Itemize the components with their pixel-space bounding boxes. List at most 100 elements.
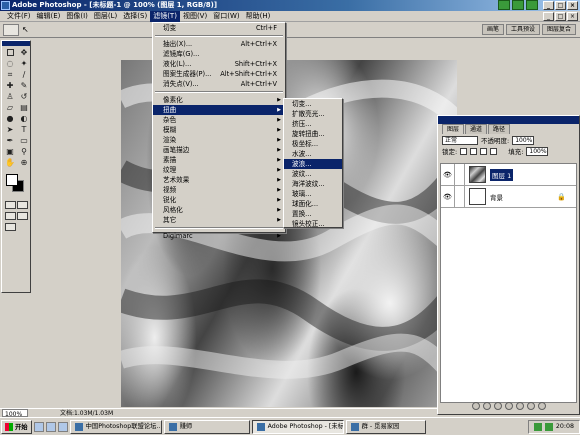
menu-window[interactable]: 窗口(W): [210, 11, 242, 22]
filter-menu-item[interactable]: 其它 ▶: [153, 215, 285, 225]
layers-panel-titlebar[interactable]: [438, 116, 579, 124]
layer-row[interactable]: 👁 图层 1: [441, 163, 576, 186]
distort-menu-item[interactable]: 镜头校正...: [284, 219, 342, 229]
menu-help[interactable]: 帮助(H): [243, 11, 274, 22]
distort-menu-item[interactable]: 旋转扭曲...: [284, 129, 342, 139]
link-layers-icon[interactable]: [471, 402, 480, 410]
move-tool-icon[interactable]: ✥: [17, 47, 31, 58]
taskbar-item[interactable]: 群 - 觅易家园: [345, 419, 426, 434]
app-icon[interactable]: [498, 0, 510, 10]
filter-menu-item[interactable]: 像素化 ▶: [153, 95, 285, 105]
distort-menu-item[interactable]: 扩散亮光...: [284, 109, 342, 119]
gradient-tool-icon[interactable]: ▤: [17, 102, 31, 113]
taskbar-item[interactable]: Adobe Photoshop - [未标...: [251, 419, 344, 434]
tray-icon[interactable]: [533, 422, 542, 431]
filter-menu-item[interactable]: 扭曲 ▶: [153, 105, 285, 115]
notes-tool-icon[interactable]: ▣: [3, 146, 17, 157]
clone-stamp-tool-icon[interactable]: ♙: [3, 91, 17, 102]
screen-mode-icon[interactable]: [5, 212, 16, 220]
layer-link-cell[interactable]: [455, 163, 465, 186]
tab-layer-comps[interactable]: 图层复合: [541, 24, 576, 35]
app-icon[interactable]: [512, 0, 524, 10]
magic-wand-tool-icon[interactable]: ✦: [17, 58, 31, 69]
filter-menu-item[interactable]: 模糊 ▶: [153, 125, 285, 135]
opacity-input[interactable]: 100%: [512, 135, 535, 145]
filter-menu-item[interactable]: 液化(L)... Shift+Ctrl+X: [153, 59, 285, 69]
quick-launch-icon[interactable]: [57, 421, 68, 432]
path-selection-tool-icon[interactable]: ➤: [3, 124, 17, 135]
doc-maximize-button[interactable]: □: [555, 12, 566, 21]
tab-paths[interactable]: 路径: [488, 124, 511, 134]
filter-menu-item[interactable]: 杂色 ▶: [153, 115, 285, 125]
lock-all-checkbox[interactable]: [490, 147, 498, 155]
type-tool-icon[interactable]: T: [17, 124, 31, 135]
blur-tool-icon[interactable]: ●: [3, 113, 17, 124]
layer-mask-icon[interactable]: [493, 402, 502, 410]
quick-mask-mode-icon[interactable]: [17, 201, 28, 209]
layer-row[interactable]: 👁 背景 🔒: [441, 185, 576, 208]
screen-mode-icon[interactable]: [17, 212, 28, 220]
jump-to-imageready-icon[interactable]: [5, 223, 16, 231]
tool-preset-picker[interactable]: [3, 24, 19, 36]
minimize-button[interactable]: _: [543, 1, 554, 10]
distort-menu-item[interactable]: 球面化...: [284, 199, 342, 209]
menu-edit[interactable]: 编辑(E): [34, 11, 64, 22]
quick-launch-desktop-icon[interactable]: [45, 421, 56, 432]
distort-menu-item[interactable]: 置换...: [284, 209, 342, 219]
eraser-tool-icon[interactable]: ▱: [3, 102, 17, 113]
filter-menu-item[interactable]: 滤镜库(G)...: [153, 49, 285, 59]
distort-menu-item[interactable]: 挤压...: [284, 119, 342, 129]
filter-menu-item[interactable]: Digimarc ▶: [153, 231, 285, 241]
taskbar-item[interactable]: 赚师: [163, 419, 250, 434]
distort-menu-item[interactable]: 极坐标...: [284, 139, 342, 149]
filter-menu-item[interactable]: 锐化 ▶: [153, 195, 285, 205]
distort-menu-item[interactable]: 波纹...: [284, 169, 342, 179]
doc-minimize-button[interactable]: _: [543, 12, 554, 21]
filter-menu-item[interactable]: 渲染 ▶: [153, 135, 285, 145]
distort-menu-item[interactable]: 海洋波纹...: [284, 179, 342, 189]
lock-position-checkbox[interactable]: [480, 147, 488, 155]
adjustment-layer-icon[interactable]: [504, 402, 513, 410]
menu-file[interactable]: 文件(F): [4, 11, 34, 22]
filter-menu-item[interactable]: 素描 ▶: [153, 155, 285, 165]
maximize-button[interactable]: □: [555, 1, 566, 10]
distort-menu-item[interactable]: 水波...: [284, 149, 342, 159]
distort-menu-item[interactable]: 玻璃...: [284, 189, 342, 199]
filter-menu-item[interactable]: 消失点(V)... Alt+Ctrl+V: [153, 79, 285, 89]
menu-select[interactable]: 选择(S): [120, 11, 150, 22]
tab-layers[interactable]: 图层: [442, 124, 465, 134]
layer-link-cell[interactable]: [455, 185, 465, 208]
fill-input[interactable]: 100%: [526, 146, 549, 156]
shape-tool-icon[interactable]: ▭: [17, 135, 31, 146]
quick-launch-ie-icon[interactable]: [33, 421, 44, 432]
lasso-tool-icon[interactable]: ◌: [3, 58, 17, 69]
lock-image-checkbox[interactable]: [470, 147, 478, 155]
zoom-field[interactable]: 100%: [2, 409, 28, 418]
blend-mode-select[interactable]: 正常: [442, 135, 478, 145]
healing-brush-tool-icon[interactable]: ✚: [3, 80, 17, 91]
eye-icon[interactable]: 👁: [441, 185, 455, 208]
close-button[interactable]: ×: [567, 1, 578, 10]
tab-brushes[interactable]: 画笔: [481, 24, 504, 35]
zoom-tool-icon[interactable]: ⊕: [17, 157, 31, 168]
filter-menu-item[interactable]: 视频 ▶: [153, 185, 285, 195]
brush-tool-icon[interactable]: ✎: [17, 80, 31, 91]
tray-icon[interactable]: [544, 422, 553, 431]
taskbar-item[interactable]: 中国Photoshop联盟论坛...: [69, 419, 162, 434]
tab-channels[interactable]: 通道: [465, 124, 488, 134]
menu-view[interactable]: 视图(V): [180, 11, 210, 22]
new-layer-icon[interactable]: [526, 402, 535, 410]
standard-mode-icon[interactable]: [5, 201, 16, 209]
distort-menu-item[interactable]: 切变...: [284, 99, 342, 109]
menu-layer[interactable]: 图层(L): [91, 11, 120, 22]
delete-layer-icon[interactable]: [537, 402, 546, 410]
tab-tool-presets[interactable]: 工具预设: [505, 24, 540, 35]
filter-menu-item[interactable]: 抽出(X)... Alt+Ctrl+X: [153, 39, 285, 49]
filter-menu-item[interactable]: 风格化 ▶: [153, 205, 285, 215]
filter-menu-item[interactable]: 画笔描边 ▶: [153, 145, 285, 155]
app-icon[interactable]: [526, 0, 538, 10]
filter-menu-item[interactable]: 图案生成器(P)... Alt+Shift+Ctrl+X: [153, 69, 285, 79]
eye-icon[interactable]: 👁: [441, 163, 455, 186]
distort-menu-item[interactable]: 波浪...: [284, 159, 342, 169]
menu-image[interactable]: 图像(I): [63, 11, 91, 22]
